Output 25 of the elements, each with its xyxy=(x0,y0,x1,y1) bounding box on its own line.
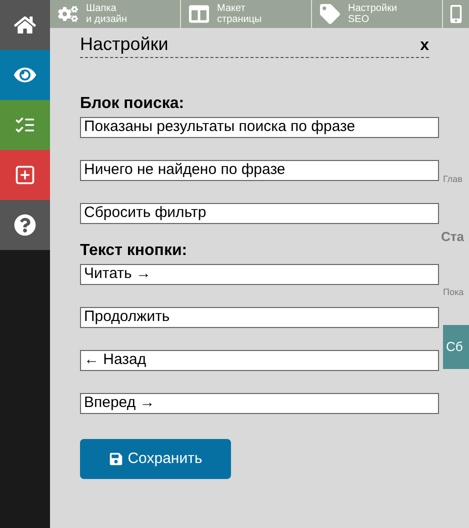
plus-square-icon xyxy=(14,164,36,186)
page-heading: Ста xyxy=(440,228,465,246)
tag-icon xyxy=(320,4,340,24)
close-button[interactable]: x xyxy=(420,38,429,54)
gears-icon xyxy=(58,4,78,24)
sidebar-button[interactable] xyxy=(0,100,50,150)
save-button[interactable]: Сохранить xyxy=(80,439,231,479)
text-field[interactable]: Читать → xyxy=(80,264,439,285)
columns-icon xyxy=(189,4,209,24)
sidebar-button[interactable] xyxy=(0,150,50,200)
dialog-title: Настройки xyxy=(80,34,168,54)
text-field[interactable]: Сбросить фильтр xyxy=(80,203,439,224)
sidebar-button[interactable] xyxy=(0,0,50,50)
text-field[interactable]: Показаны результаты поиска по фразе xyxy=(80,117,439,138)
breadcrumb: Глав xyxy=(442,173,464,186)
text-field[interactable]: ← Назад xyxy=(80,350,439,371)
sidebar-button[interactable] xyxy=(0,50,50,100)
section-heading: Текст кнопки: xyxy=(80,242,188,260)
text-field[interactable]: Ничего не найдено по фразе xyxy=(80,160,439,181)
text-field[interactable]: Продолжить xyxy=(80,307,439,328)
sidebar-button[interactable] xyxy=(0,200,50,250)
help-icon xyxy=(14,214,36,236)
home-icon xyxy=(14,14,36,36)
text-field[interactable]: Вперед → xyxy=(80,393,439,414)
section-heading: Блок поиска: xyxy=(80,95,186,113)
